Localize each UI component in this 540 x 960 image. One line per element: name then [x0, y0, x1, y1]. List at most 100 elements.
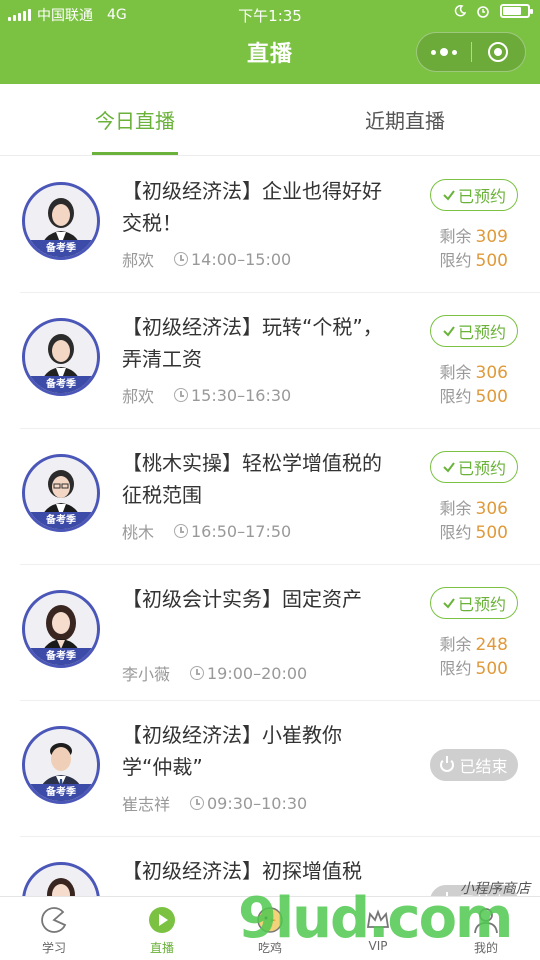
power-icon [440, 756, 455, 772]
limit-label: 限约 [439, 523, 472, 542]
remaining-row: 剩余 248 [440, 633, 508, 657]
live-item[interactable]: 备考季 【初级经济法】小崔教你学“仲裁” 崔志祥 09:30–10:30 已结束 [20, 701, 540, 837]
course-time: 15:30–16:30 [191, 385, 292, 405]
season-badge: 备考季 [25, 376, 97, 393]
more-button[interactable] [417, 33, 471, 71]
course-title: 【初级经济法】小崔教你学“仲裁” [122, 723, 342, 779]
teacher-name: 桃木 [122, 523, 155, 542]
limit-row: 限约 500 [440, 657, 508, 681]
status-label: 已结束 [459, 757, 508, 776]
bottom-nav: 学习 直播 吃鸡 VIP 我的 [0, 896, 540, 960]
course-time: 19:00–20:00 [207, 663, 308, 683]
course-title: 【初级经济法】企业也得好好交税！ [122, 179, 382, 235]
status-label: 已预约 [457, 187, 506, 206]
more-dots-icon [430, 48, 457, 56]
course-meta: 李小薇 19:00–20:00 [122, 661, 307, 685]
remaining-label: 剩余 [439, 227, 472, 246]
season-badge: 备考季 [25, 240, 97, 257]
course-title: 【初级经济法】初探增值税 [122, 859, 362, 883]
status-right [454, 4, 533, 18]
moon-icon [454, 5, 466, 17]
clock-icon [174, 388, 188, 402]
tab-bar: 今日直播 近期直播 [0, 84, 540, 156]
nav-chicken[interactable]: 吃鸡 [216, 897, 324, 960]
limit-row: 限约 500 [440, 385, 508, 409]
booked-button[interactable]: 已预约 [430, 315, 518, 347]
limit-label: 限约 [439, 251, 472, 270]
top-header: 中国联通 4G 下午1:35 直播 [0, 0, 540, 84]
check-icon [443, 326, 455, 337]
course-time: 16:50–17:50 [191, 521, 292, 541]
mini-program-capsule [416, 32, 526, 72]
remaining-row: 剩余 306 [440, 361, 508, 385]
status-label: 已预约 [457, 459, 506, 478]
live-item[interactable]: 备考季 【桃木实操】轻松学增值税的征税范围 桃木 16:50–17:50 已预约… [20, 429, 540, 565]
teacher-avatar: 备考季 [22, 454, 100, 532]
seat-counts: 剩余 248 限约 500 [440, 633, 508, 681]
clock-icon [190, 796, 204, 810]
live-item[interactable]: 备考季 【初级会计实务】固定资产 李小薇 19:00–20:00 已预约 剩余 2… [20, 565, 540, 701]
course-title: 【初级会计实务】固定资产 [122, 587, 362, 611]
remaining-label: 剩余 [439, 499, 472, 518]
vip-crown-icon [366, 909, 390, 928]
remaining-value: 306 [475, 363, 508, 383]
season-badge: 备考季 [25, 784, 97, 801]
course-time: 09:30–10:30 [207, 793, 308, 813]
limit-label: 限约 [439, 387, 472, 406]
battery-icon [500, 4, 533, 18]
status-label: 已预约 [457, 595, 506, 614]
teacher-avatar: 备考季 [22, 726, 100, 804]
check-icon [443, 598, 455, 609]
nav-vip[interactable]: VIP [324, 897, 432, 960]
remaining-value: 309 [475, 227, 508, 247]
teacher-avatar: 备考季 [22, 182, 100, 260]
live-item[interactable]: 备考季 【初级经济法】玩转“个税”，弄清工资 郝欢 15:30–16:30 已预… [20, 293, 540, 429]
live-list: 备考季 【初级经济法】企业也得好好交税！ 郝欢 14:00–15:00 已预约 … [0, 157, 540, 960]
clock-icon [174, 252, 188, 266]
remaining-row: 剩余 309 [440, 225, 508, 249]
limit-value: 500 [475, 387, 508, 407]
user-icon [474, 908, 498, 934]
remaining-value: 306 [475, 499, 508, 519]
remaining-label: 剩余 [439, 635, 472, 654]
clock-icon [174, 524, 188, 538]
nav-label: 我的 [473, 941, 498, 955]
season-badge: 备考季 [25, 648, 97, 665]
limit-value: 500 [475, 659, 508, 679]
course-meta: 崔志祥 09:30–10:30 [122, 791, 307, 815]
seat-counts: 剩余 309 限约 500 [440, 225, 508, 273]
teacher-name: 崔志祥 [122, 795, 171, 814]
booked-button[interactable]: 已预约 [430, 179, 518, 211]
course-title: 【桃木实操】轻松学增值税的征税范围 [122, 451, 382, 507]
status-label: 已预约 [457, 323, 506, 342]
check-icon [443, 462, 455, 473]
status-bar: 中国联通 4G 下午1:35 [0, 0, 540, 28]
nav-label: 学习 [41, 941, 66, 955]
nav-study[interactable]: 学习 [0, 897, 108, 960]
clock-icon [190, 666, 204, 680]
ended-button[interactable]: 已结束 [430, 749, 518, 781]
teacher-avatar: 备考季 [22, 318, 100, 396]
booked-button[interactable]: 已预约 [430, 451, 518, 483]
limit-value: 500 [475, 523, 508, 543]
live-item[interactable]: 备考季 【初级经济法】企业也得好好交税！ 郝欢 14:00–15:00 已预约 … [20, 157, 540, 293]
course-time: 14:00–15:00 [191, 249, 292, 269]
nav-mine[interactable]: 我的 [432, 897, 540, 960]
nav-live[interactable]: 直播 [108, 897, 216, 960]
teacher-avatar: 备考季 [22, 590, 100, 668]
remaining-label: 剩余 [439, 363, 472, 382]
remaining-row: 剩余 306 [440, 497, 508, 521]
remaining-value: 248 [475, 635, 508, 655]
teacher-name: 李小薇 [122, 665, 171, 684]
course-meta: 郝欢 14:00–15:00 [122, 247, 291, 271]
seat-counts: 剩余 306 限约 500 [440, 361, 508, 409]
tab-today-live[interactable]: 今日直播 [0, 84, 270, 155]
season-badge: 备考季 [25, 512, 97, 529]
tab-recent-live[interactable]: 近期直播 [270, 84, 540, 155]
play-circle-icon [149, 907, 175, 933]
target-icon [488, 42, 509, 62]
booked-button[interactable]: 已预约 [430, 587, 518, 619]
close-program-button[interactable] [472, 33, 526, 71]
tab-label: 今日直播 [95, 109, 175, 133]
nav-label: VIP [368, 939, 388, 953]
